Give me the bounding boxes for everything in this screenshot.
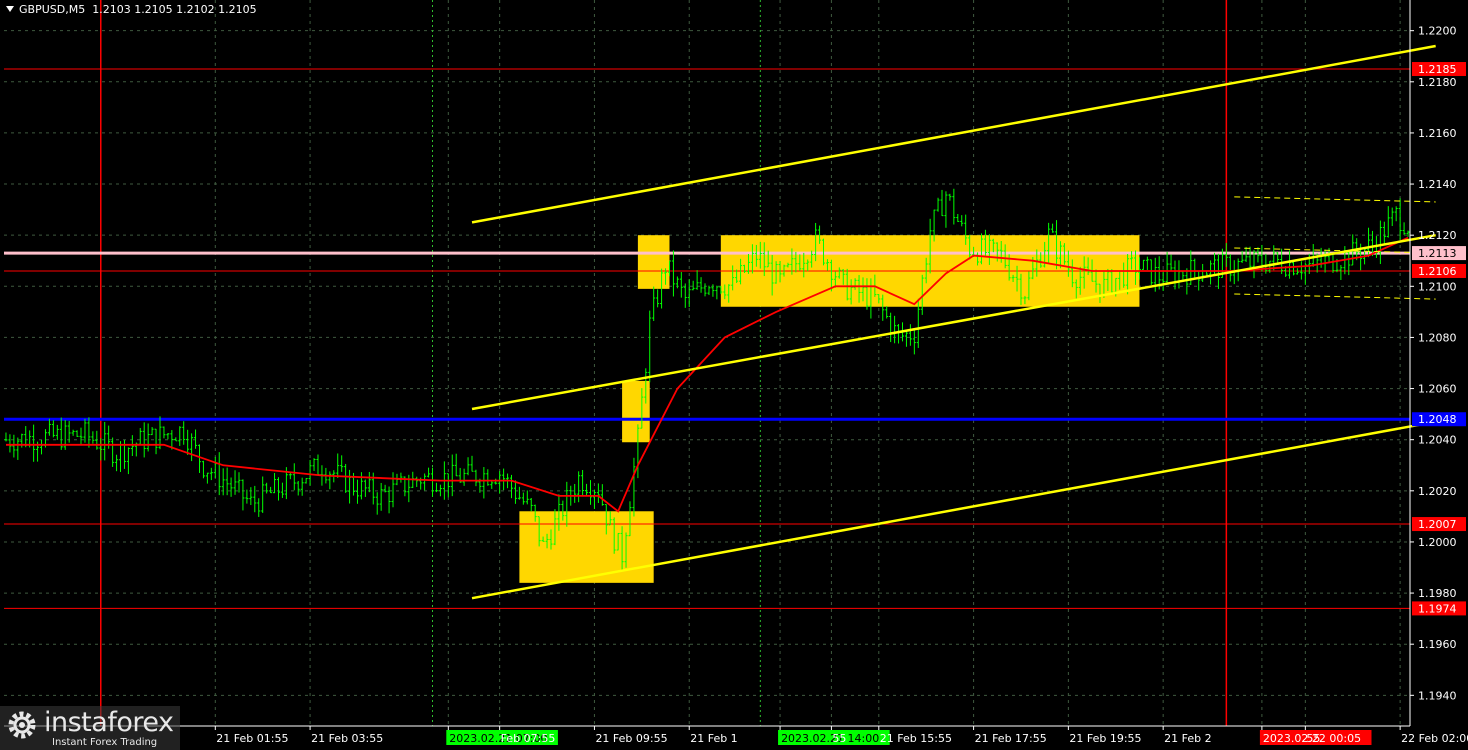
trade-zone [637, 235, 670, 289]
y-tick-label: 1.2000 [1418, 536, 1457, 549]
x-tick-label: 21 Feb 1 [690, 732, 737, 745]
ohlc-values: 1.2103 1.2105 1.2102 1.2105 [92, 3, 257, 16]
x-tick-label: 55 [832, 732, 846, 745]
x-tick-label: 21 Feb 17:55 [975, 732, 1047, 745]
y-tick-label: 1.2140 [1418, 178, 1457, 191]
x-tick-label: 55 [1306, 732, 1320, 745]
x-tick-label: 21 Feb 01:55 [216, 732, 288, 745]
price-chart-svg[interactable]: 1.1940 1.1960 1.1980 1.2000 1.2020 1.2040 1.20… [0, 0, 1468, 750]
instaforex-logo: instaforex Instant Forex Trading [0, 706, 180, 750]
dashed-channel-line [1234, 293, 1436, 300]
y-tick-label: 1.2080 [1418, 331, 1457, 344]
y-tick-label: 1.1940 [1418, 689, 1457, 702]
x-tick-label: Feb 07:55 [501, 732, 556, 745]
level-label: 1.1974 [1418, 602, 1457, 615]
y-tick-label: 1.2040 [1418, 434, 1457, 447]
x-tick-label: 21 Feb 09:55 [595, 732, 667, 745]
level-label: 1.2007 [1418, 518, 1457, 531]
x-tick-label: 21 Feb 15:55 [880, 732, 952, 745]
y-tick-label: 1.2060 [1418, 383, 1457, 396]
level-label: 1.2185 [1418, 63, 1457, 76]
y-tick-label: 1.1980 [1418, 587, 1457, 600]
y-tick-label: 1.2180 [1418, 76, 1457, 89]
y-tick-label: 1.2100 [1418, 280, 1457, 293]
gear-icon [8, 711, 36, 739]
y-tick-label: 1.2120 [1418, 229, 1457, 242]
level-label: 1.2113 [1418, 247, 1457, 260]
y-tick-label: 1.2200 [1418, 25, 1457, 38]
chart-area[interactable]: 1.1940 1.1960 1.1980 1.2000 1.2020 1.2040 1.20… [0, 0, 1468, 750]
symbol-label: GBPUSD,M5 [19, 3, 86, 16]
level-label: 1.2106 [1418, 265, 1457, 278]
x-tick-label: 21 Feb 03:55 [311, 732, 383, 745]
logo-brand: instaforex [44, 707, 174, 738]
chart-header: GBPUSD,M5 1.2103 1.2105 1.2102 1.2105 [6, 3, 257, 16]
level-label: 1.2048 [1418, 413, 1457, 426]
x-tick-label: 21 Feb 2 [1164, 732, 1211, 745]
y-tick-label: 1.2160 [1418, 127, 1457, 140]
y-tick-label: 1.2020 [1418, 485, 1457, 498]
x-tick-label: 2023.02.21 14:00 [781, 732, 879, 745]
y-tick-label: 1.1960 [1418, 638, 1457, 651]
x-tick-label: 22 Feb 02:00 [1401, 732, 1468, 745]
x-tick-label: 21 Feb 19:55 [1069, 732, 1141, 745]
logo-tagline: Instant Forex Trading [52, 737, 158, 748]
collapse-triangle-icon[interactable] [6, 6, 14, 12]
dashed-channel-line [1234, 196, 1436, 203]
